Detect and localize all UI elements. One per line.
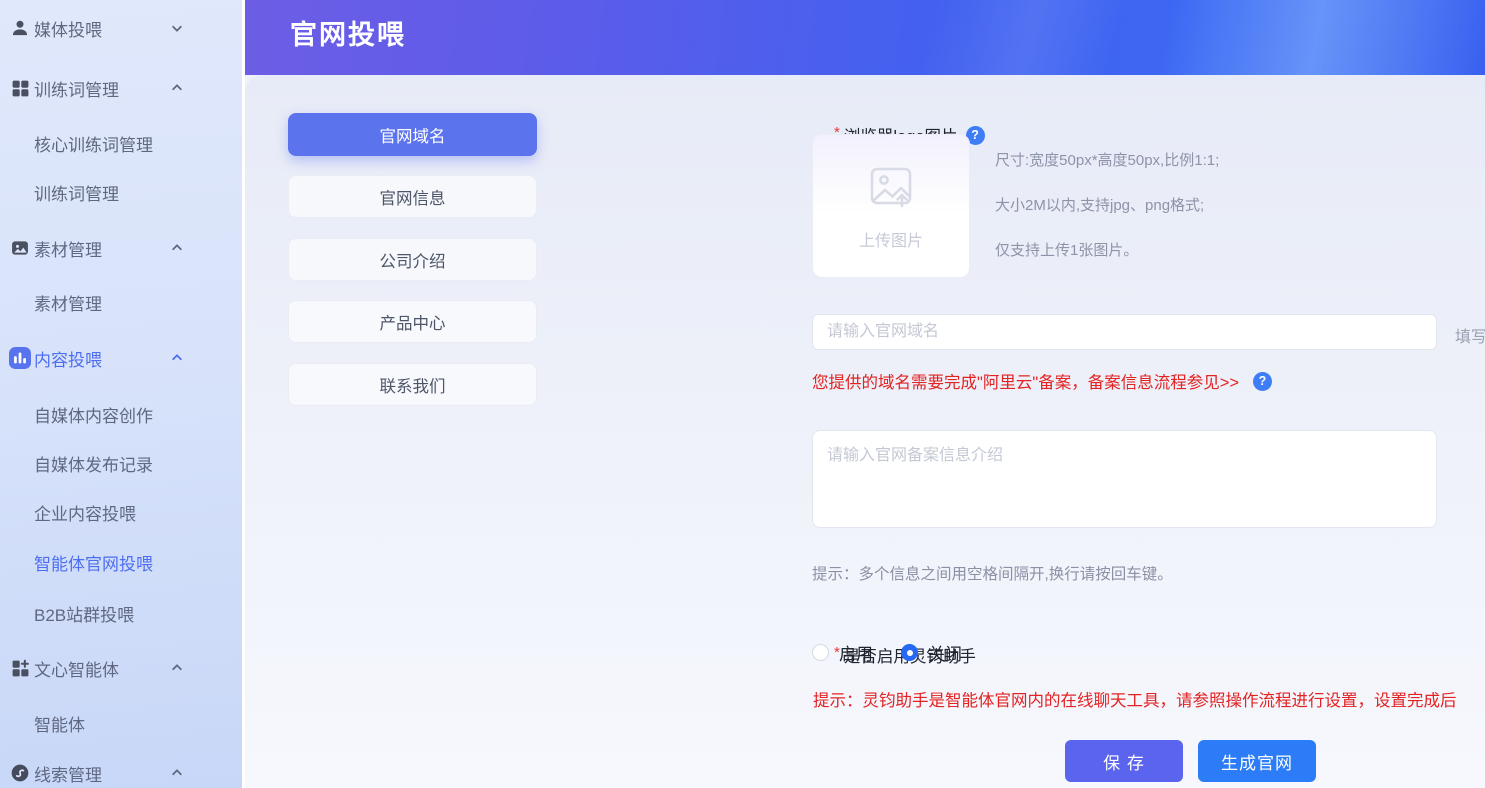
user-icon — [9, 17, 31, 39]
image-icon — [9, 237, 31, 259]
save-button[interactable]: 保 存 — [1065, 740, 1183, 782]
help-icon[interactable]: ? — [1253, 372, 1272, 391]
sidebar-item-media-feed[interactable]: 媒体投喂 — [0, 8, 242, 48]
chevron-up-icon — [170, 80, 186, 96]
tab-product-center[interactable]: 产品中心 — [288, 300, 537, 343]
sidebar-item-enterprise-content-feed[interactable]: 企业内容投喂 — [0, 492, 242, 532]
radio-circle-icon — [812, 644, 829, 661]
sidebar-item-content-feed[interactable]: 内容投喂 — [0, 338, 242, 378]
clue-icon — [9, 762, 31, 784]
domain-input[interactable] — [812, 314, 1437, 350]
sidebar-item-media-content-creation[interactable]: 自媒体内容创作 — [0, 394, 242, 434]
radio-circle-icon — [901, 644, 918, 661]
upload-image-icon — [865, 162, 917, 217]
sidebar-item-agent-website-feed[interactable]: 智能体官网投喂 — [0, 542, 242, 582]
page-title: 官网投喂 — [290, 13, 406, 52]
sidebar-item-b2b-site-feed[interactable]: B2B站群投喂 — [0, 593, 242, 633]
grid-icon — [9, 77, 31, 99]
bar-chart-icon — [9, 347, 31, 369]
domain-icp-warning: 您提供的域名需要完成"阿里云"备案，备案信息流程参见>> ? — [812, 369, 1272, 393]
sidebar-item-media-publish-records[interactable]: 自媒体发布记录 — [0, 443, 242, 483]
generate-website-button[interactable]: 生成官网 — [1198, 740, 1316, 782]
page-header-banner: 官网投喂 — [245, 0, 1485, 75]
assistant-warning: 提示：灵钧助手是智能体官网内的在线聊天工具，请参照操作流程进行设置，设置完成后 — [813, 687, 1457, 711]
chevron-up-icon — [170, 765, 186, 781]
upload-image-dropzone[interactable]: 上传图片 — [812, 134, 970, 278]
sidebar: 媒体投喂 训练词管理 核心训练词管理 训练词管理 素材管理 素材管理 — [0, 0, 245, 788]
tab-contact-us[interactable]: 联系我们 — [288, 363, 537, 406]
grid-plus-icon — [9, 657, 31, 679]
content-panel: 官网域名 官网信息 公司介绍 产品中心 联系我们 * 浏览器logo图片 ? 上… — [245, 75, 1485, 788]
upload-rule-size: 尺寸:宽度50px*高度50px,比例1:1; — [995, 149, 1219, 170]
chevron-up-icon — [170, 350, 186, 366]
tab-website-domain[interactable]: 官网域名 — [288, 113, 537, 156]
sidebar-item-agent[interactable]: 智能体 — [0, 703, 242, 743]
sidebar-item-wenxin-agent[interactable]: 文心智能体 — [0, 648, 242, 688]
page: { "sidebar": { "items": [ { "label": "媒体… — [0, 0, 1485, 788]
sidebar-item-leads-mgmt[interactable]: 线索管理 — [0, 753, 242, 788]
assistant-radio-group: 启用 关闭 — [812, 640, 962, 665]
domain-side-note: 填写 — [1455, 323, 1485, 347]
upload-rule-count: 仅支持上传1张图片。 — [995, 239, 1138, 260]
sidebar-item-material-mgmt-group[interactable]: 素材管理 — [0, 228, 242, 268]
sidebar-item-training-words-mgmt[interactable]: 训练词管理 — [0, 68, 242, 108]
upload-label: 上传图片 — [859, 227, 923, 251]
icp-hint: 提示：多个信息之间用空格间隔开,换行请按回车键。 — [812, 562, 1173, 584]
icp-textarea[interactable] — [812, 430, 1437, 528]
radio-disable[interactable]: 关闭 — [901, 640, 962, 665]
sidebar-item-core-training-words[interactable]: 核心训练词管理 — [0, 123, 242, 163]
radio-enable[interactable]: 启用 — [812, 640, 873, 665]
tab-website-info[interactable]: 官网信息 — [288, 175, 537, 218]
chevron-down-icon — [170, 20, 186, 36]
chevron-up-icon — [170, 240, 186, 256]
chevron-up-icon — [170, 660, 186, 676]
tab-company-intro[interactable]: 公司介绍 — [288, 238, 537, 281]
sidebar-item-material-mgmt[interactable]: 素材管理 — [0, 282, 242, 322]
sidebar-item-training-words[interactable]: 训练词管理 — [0, 172, 242, 212]
upload-rule-format: 大小2M以内,支持jpg、png格式; — [995, 194, 1204, 215]
